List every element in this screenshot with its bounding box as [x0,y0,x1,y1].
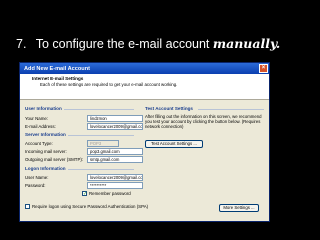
divider [68,135,134,136]
close-button[interactable]: × [259,64,268,73]
step-number: 7. [16,37,27,51]
account-type-select: POP3 [87,140,119,147]
user-info-heading: User Information [25,106,62,111]
spa-checkbox[interactable] [25,204,30,209]
dialog-body: User Information Your Name: lindzmon E-m… [20,100,269,221]
divider [68,169,134,170]
test-account-settings-button[interactable]: Test Account Settings ... [145,140,203,148]
remember-password-checkbox[interactable]: ✓ [82,191,87,197]
password-field[interactable]: ********** [87,182,143,189]
window-title: Add New E-mail Account [24,65,90,72]
incoming-server-field[interactable]: pop3.gmail.com [87,148,143,155]
email-label: E-mail Address: [25,124,56,129]
step-text: To configure the e-mail account [35,37,210,51]
dialog-window: Add New E-mail Account × Internet E-mail… [19,62,270,222]
username-label: User Name: [25,175,49,180]
username-field[interactable]: lovelocancer2009@gmail.com [87,174,143,181]
remember-password-label: Remember password [89,191,131,196]
divider [64,109,134,110]
slide-title: 7. To configure the e-mail account manua… [16,36,280,51]
test-settings-heading: Test Account Settings [145,106,193,111]
title-bar: Add New E-mail Account × [20,63,269,74]
server-info-heading: Server Information [25,132,66,137]
step-emphasis: manually. [212,36,281,51]
spa-label: Require logon using Secure Password Auth… [32,204,149,209]
more-settings-button[interactable]: More Settings ... [219,204,259,212]
divider [198,109,264,110]
outgoing-server-field[interactable]: smtp.gmail.com [87,156,143,163]
logon-info-heading: Logon Information [25,166,66,171]
outgoing-server-label: Outgoing mail server (SMTP): [25,157,84,162]
name-label: Your Name: [25,116,49,121]
test-description: After filling out the information on thi… [145,114,262,130]
incoming-server-label: Incoming mail server: [25,149,67,154]
header-title: Internet E-mail Settings [32,76,84,81]
dialog-header: Internet E-mail Settings Each of these s… [20,74,269,100]
password-label: Password: [25,183,46,188]
email-field[interactable]: lovelocancer2009@gmail.com [87,123,143,130]
account-type-label: Account Type: [25,141,53,146]
name-field[interactable]: lindzmon [87,115,143,122]
header-subtitle: Each of these settings are required to g… [40,82,178,87]
